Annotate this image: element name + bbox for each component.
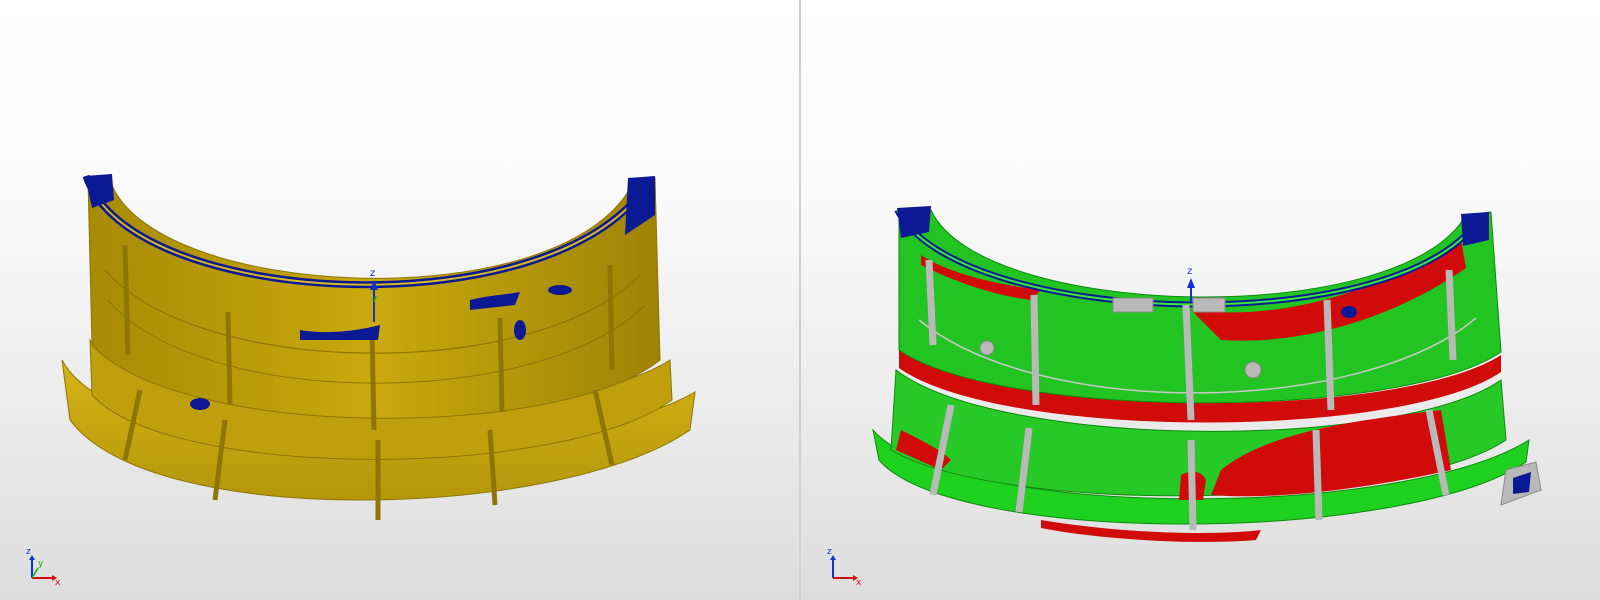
triad-z-label: z xyxy=(26,547,31,557)
triad-y-label: y xyxy=(38,559,44,569)
split-view: z x y z z x z xyxy=(0,0,1600,600)
triad-z-label: z xyxy=(827,547,832,557)
axis-triad-right: x z xyxy=(827,547,862,586)
center-axis-label: z xyxy=(370,268,375,279)
viewport-left-measured-scan[interactable]: z x y z xyxy=(0,0,799,600)
scan-model[interactable]: z xyxy=(0,0,799,600)
viewport-right-deviation-map[interactable]: z x z xyxy=(801,0,1600,600)
center-axis-label: z xyxy=(1187,266,1192,277)
deviation-model[interactable]: z xyxy=(801,0,1600,600)
triad-x-label: x xyxy=(856,578,862,586)
axis-triad-left: x y z xyxy=(26,547,61,586)
triad-x-label: x xyxy=(55,578,61,586)
